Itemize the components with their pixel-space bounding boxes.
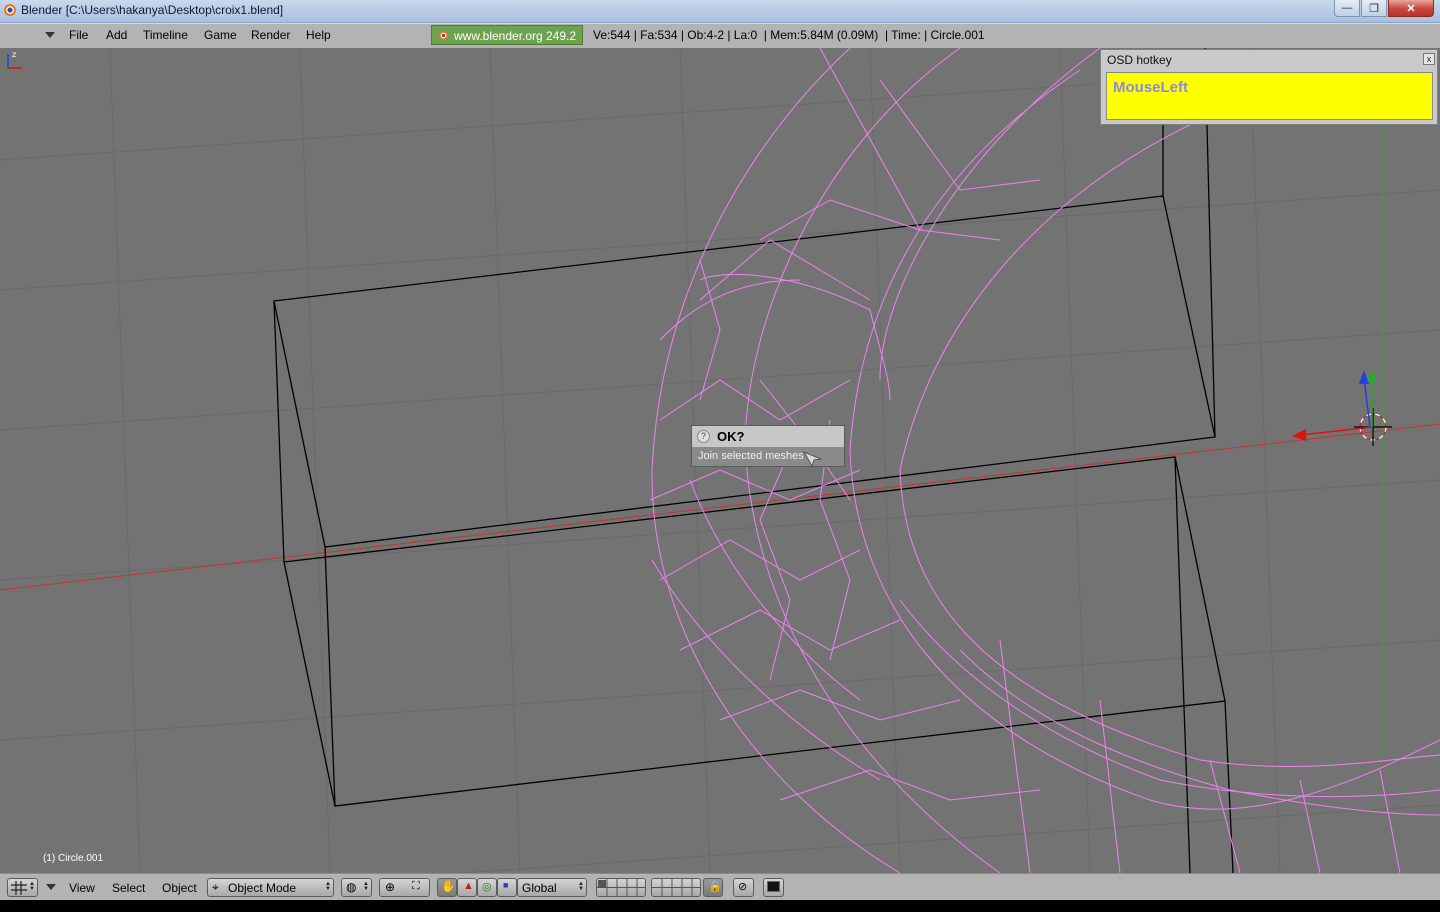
confirm-dialog-header: ? OK?: [692, 426, 844, 447]
screen-icon: [767, 881, 780, 892]
lock-icon: 🔒: [708, 881, 722, 893]
scale-toggle[interactable]: ■: [497, 878, 517, 897]
draw-type-button[interactable]: ◍ ▲ ▼: [341, 878, 372, 897]
updown-icon: ▲ ▼: [578, 881, 584, 892]
updown-icon: ▲ ▼: [363, 881, 369, 892]
join-meshes-option[interactable]: Join selected meshes: [698, 450, 804, 462]
updown-icon: ▲ ▼: [29, 881, 35, 892]
render-preview-button[interactable]: [763, 878, 784, 897]
link-button[interactable]: ⊘: [733, 878, 754, 897]
osd-key-text: MouseLeft: [1113, 79, 1188, 96]
osd-key-display: MouseLeft: [1106, 72, 1433, 120]
menu-game[interactable]: Game: [204, 28, 237, 42]
blender-url-badge[interactable]: www.blender.org 249.2: [431, 25, 583, 45]
osd-close-button[interactable]: x: [1423, 53, 1435, 65]
header-collapse-icon[interactable]: [46, 884, 56, 890]
active-object-info: (1) Circle.001: [43, 853, 104, 864]
hand-icon: ✋: [441, 879, 456, 893]
mouse-pointer-icon: [802, 450, 823, 468]
axis-z-label: z: [12, 50, 16, 59]
transform-gizmo: [1292, 370, 1377, 441]
grid-icon: [11, 881, 27, 895]
menu-help[interactable]: Help: [306, 28, 331, 42]
window-title: Blender [C:\Users\hakanya\Desktop\croix1…: [21, 3, 284, 17]
updown-icon: ▲ ▼: [325, 881, 331, 892]
minimize-button[interactable]: —: [1334, 0, 1360, 17]
close-button[interactable]: ✕: [1388, 0, 1434, 17]
osd-title: OSD hotkey: [1107, 53, 1172, 67]
draw-type-icon: ◍: [346, 880, 357, 894]
header-collapse-icon[interactable]: [45, 32, 55, 38]
layers-grid-icon: [597, 879, 645, 896]
menu-add[interactable]: Add: [106, 28, 127, 42]
bottom-edge: [0, 900, 1440, 912]
osd-hotkey-window: OSD hotkey x MouseLeft: [1100, 49, 1438, 125]
url-text: www.blender.org 249.2: [454, 29, 577, 43]
confirm-dialog-title: OK?: [717, 429, 745, 444]
triangle-icon: ▲: [463, 880, 474, 892]
scale-icon: ■: [503, 880, 509, 890]
blender-logo-icon: [4, 4, 16, 16]
editor-type-button[interactable]: ▲ ▼: [7, 878, 38, 897]
snap-icon: ⛶: [412, 880, 420, 892]
layer-buttons-2[interactable]: [651, 878, 701, 897]
confirm-dialog: ? OK? Join selected meshes: [691, 425, 845, 468]
mode-select[interactable]: ⌖ Object Mode ▲ ▼: [207, 878, 334, 897]
info-header: File Add Timeline Game Render Help www.b…: [0, 23, 1440, 49]
menu-select[interactable]: Select: [112, 881, 145, 895]
rotate-toggle[interactable]: ◎: [477, 878, 497, 897]
view3d-header: ▲ ▼ View Select Object ⌖ Object Mode ▲ ▼ ◍…: [0, 873, 1440, 901]
layer-buttons-1[interactable]: [596, 878, 646, 897]
lock-layers-button[interactable]: 🔒: [703, 878, 723, 897]
object-mode-icon: ⌖: [212, 880, 219, 894]
rotate-icon: ◎: [482, 881, 492, 893]
view-axes-icon: z: [2, 50, 22, 73]
window-controls: — ❐ ✕: [1333, 0, 1434, 17]
orientation-select[interactable]: Global ▲ ▼: [517, 878, 587, 897]
menu-file[interactable]: File: [69, 28, 88, 42]
link-icon: ⊘: [738, 881, 748, 893]
scene-stats: Ve:544 | Fa:534 | Ob:4-2 | La:0 | Mem:5.…: [593, 28, 985, 42]
blender-logo-icon: [439, 31, 448, 40]
question-icon: ?: [697, 430, 710, 443]
menu-object[interactable]: Object: [162, 881, 197, 895]
layers-grid-icon: [652, 879, 700, 896]
menu-render[interactable]: Render: [251, 28, 290, 42]
maximize-button[interactable]: ❐: [1361, 0, 1387, 17]
mode-label: Object Mode: [228, 881, 297, 895]
translate-toggle[interactable]: ▲: [457, 878, 477, 897]
manipulator-toggle[interactable]: ✋: [437, 878, 457, 897]
orientation-label: Global: [522, 881, 557, 895]
pivot-icon: ⊕: [385, 880, 396, 894]
window-titlebar: Blender [C:\Users\hakanya\Desktop\croix1…: [0, 0, 1440, 23]
menu-view[interactable]: View: [69, 881, 95, 895]
menu-timeline[interactable]: Timeline: [143, 28, 188, 42]
pivot-button[interactable]: ⊕ ⛶: [379, 878, 430, 897]
